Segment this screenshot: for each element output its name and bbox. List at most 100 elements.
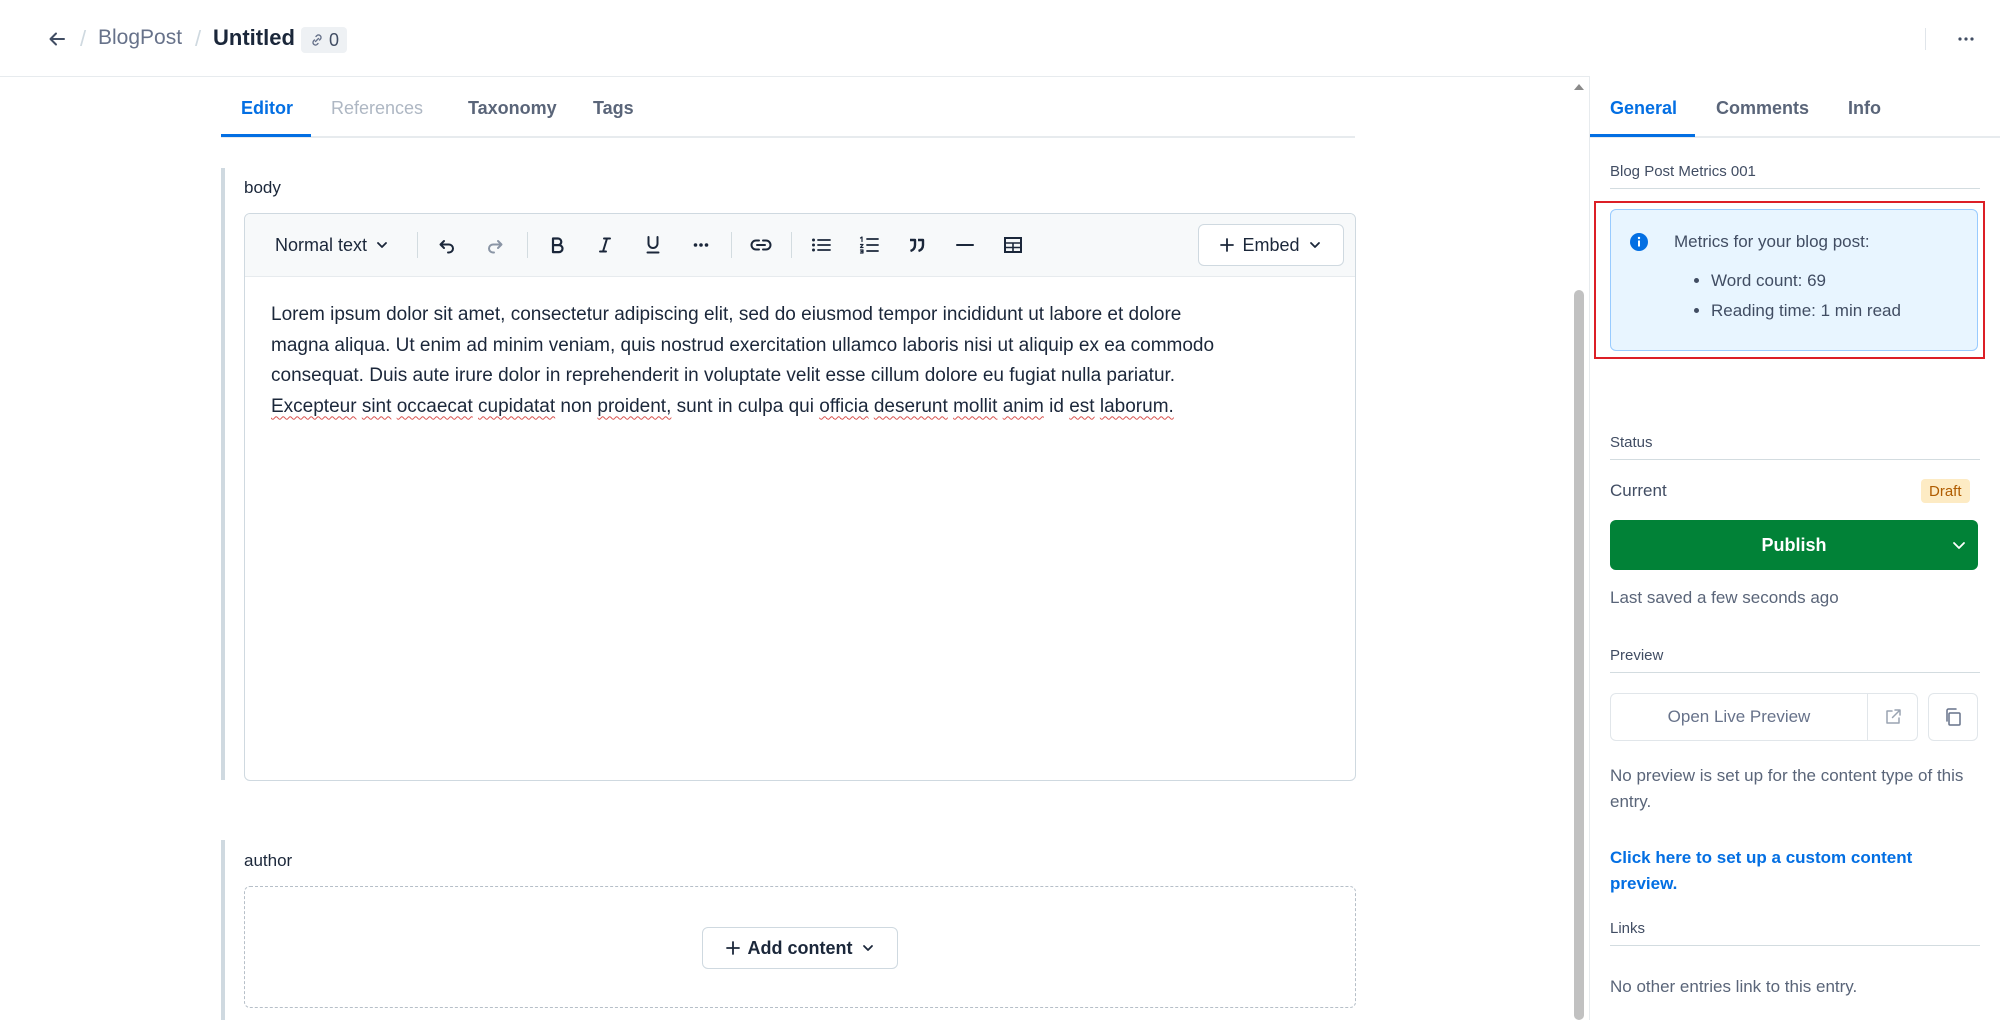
tab-tags[interactable]: Tags <box>593 98 634 119</box>
misspelled-word: sint <box>361 395 392 417</box>
references-badge[interactable]: 0 <box>301 27 348 53</box>
triangle-up-icon <box>1573 83 1585 91</box>
scroll-up-arrow[interactable] <box>1572 80 1586 94</box>
toolbar-divider <box>791 232 792 258</box>
active-tab-indicator <box>221 134 311 137</box>
breadcrumb-separator: / <box>80 26 87 51</box>
copy-icon <box>1943 707 1963 727</box>
text-run: non <box>560 395 593 417</box>
embed-label: Embed <box>1242 234 1300 255</box>
redo-icon <box>485 235 505 255</box>
tab-references[interactable]: References <box>331 98 423 119</box>
top-bar: / BlogPost / Untitled 0 <box>0 0 2000 77</box>
undo-button[interactable] <box>429 228 465 262</box>
italic-icon <box>597 236 613 254</box>
field-indicator <box>221 168 225 780</box>
editor-tabs: Editor References Taxonomy Tags <box>221 92 1355 138</box>
horizontal-rule-button[interactable] <box>947 228 983 262</box>
tab-info[interactable]: Info <box>1848 98 1881 119</box>
numbered-list-icon <box>859 236 879 254</box>
bold-button[interactable] <box>539 228 575 262</box>
live-preview-group: Open Live Preview <box>1610 693 1918 741</box>
copy-preview-button[interactable] <box>1928 693 1978 741</box>
more-actions-button[interactable] <box>1944 24 1988 54</box>
setup-preview-link[interactable]: Click here to set up a custom content pr… <box>1610 845 1980 897</box>
quote-icon <box>908 237 926 253</box>
plus-icon <box>1220 238 1235 252</box>
text-run: sunt in culpa qui <box>676 395 814 417</box>
more-horizontal-icon <box>1957 36 1975 42</box>
last-saved-text: Last saved a few seconds ago <box>1610 588 1839 607</box>
toolbar-divider <box>527 232 528 258</box>
divider <box>1925 28 1926 50</box>
no-links-message: No other entries link to this entry. <box>1610 977 1858 996</box>
misspelled-word: est <box>1069 395 1095 417</box>
tab-comments[interactable]: Comments <box>1716 98 1809 119</box>
tab-taxonomy[interactable]: Taxonomy <box>468 98 557 119</box>
sidebar-tabs: General Comments Info <box>1590 92 2000 138</box>
toolbar-divider <box>731 232 732 258</box>
info-icon <box>1629 232 1649 252</box>
misspelled-word: mollit <box>953 395 998 417</box>
numbered-list-button[interactable] <box>851 228 887 262</box>
publish-button[interactable]: Publish <box>1610 520 1978 570</box>
metrics-note: Metrics for your blog post: Word count: … <box>1610 209 1978 351</box>
text-style-dropdown[interactable]: Normal text <box>267 228 397 262</box>
hyperlink-button[interactable] <box>743 228 779 262</box>
entry-title: Untitled <box>213 25 295 50</box>
table-icon <box>1003 236 1023 254</box>
section-heading-status: Status <box>1610 434 1980 460</box>
more-icon <box>693 242 709 248</box>
breadcrumb-content-type[interactable]: BlogPost <box>98 26 182 50</box>
tab-general[interactable]: General <box>1610 98 1677 119</box>
paragraph-line: Lorem ipsum dolor sit amet, consectetur … <box>271 304 1182 325</box>
undo-icon <box>437 235 457 255</box>
underline-icon <box>645 235 661 255</box>
italic-button[interactable] <box>587 228 623 262</box>
more-formatting-button[interactable] <box>683 228 719 262</box>
rich-text-editor: Normal text Embed Lorem ipsum dolor sit … <box>244 213 1356 781</box>
toolbar-divider <box>417 232 418 258</box>
open-external-button[interactable] <box>1868 694 1918 740</box>
metrics-title: Metrics for your blog post: <box>1674 232 1870 251</box>
paragraph-line: magna aliqua. Ut enim ad minim veniam, q… <box>271 334 1215 356</box>
metric-reading-time: Reading time: 1 min read <box>1711 296 1901 326</box>
bulleted-list-button[interactable] <box>803 228 839 262</box>
bold-icon <box>549 236 565 254</box>
misspelled-word: officia <box>819 395 869 417</box>
section-heading-metrics: Blog Post Metrics 001 <box>1610 163 1980 189</box>
metric-word-count: Word count: 69 <box>1711 266 1901 296</box>
link-icon <box>750 238 772 252</box>
misspelled-word: deserunt <box>873 395 948 417</box>
misspelled-word: proident, <box>597 395 672 417</box>
status-badge: Draft <box>1921 479 1970 503</box>
chevron-down-icon <box>861 941 875 955</box>
plus-icon <box>725 941 740 955</box>
text-run: id <box>1049 395 1064 417</box>
external-link-icon <box>1884 708 1902 726</box>
editor-toolbar: Normal text Embed <box>245 214 1355 277</box>
chevron-down-icon <box>1951 537 1967 553</box>
misspelled-word: cupidatat <box>478 395 556 417</box>
open-live-preview-button[interactable]: Open Live Preview <box>1611 694 1868 740</box>
embed-button[interactable]: Embed <box>1198 224 1344 266</box>
redo-button[interactable] <box>477 228 513 262</box>
tab-editor[interactable]: Editor <box>241 98 293 119</box>
underline-button[interactable] <box>635 228 671 262</box>
chevron-down-icon <box>1308 238 1322 252</box>
editor-content[interactable]: Lorem ipsum dolor sit amet, consectetur … <box>271 300 1331 422</box>
add-content-button[interactable]: Add content <box>702 927 898 969</box>
entry-sidebar: General Comments Info Blog Post Metrics … <box>1589 76 2000 1020</box>
table-button[interactable] <box>995 228 1031 262</box>
active-tab-indicator <box>1590 134 1695 137</box>
misspelled-word: laborum. <box>1099 395 1174 417</box>
references-count: 0 <box>329 29 340 50</box>
paragraph-line: consequat. Duis aute irure dolor in repr… <box>271 365 1176 386</box>
section-heading-preview: Preview <box>1610 647 1980 673</box>
arrow-left-icon <box>47 29 67 49</box>
scrollbar-thumb[interactable] <box>1574 290 1584 1020</box>
quote-button[interactable] <box>899 228 935 262</box>
misspelled-word: anim <box>1002 395 1044 417</box>
publish-options-toggle[interactable] <box>1940 520 1978 570</box>
back-button[interactable] <box>40 22 74 56</box>
